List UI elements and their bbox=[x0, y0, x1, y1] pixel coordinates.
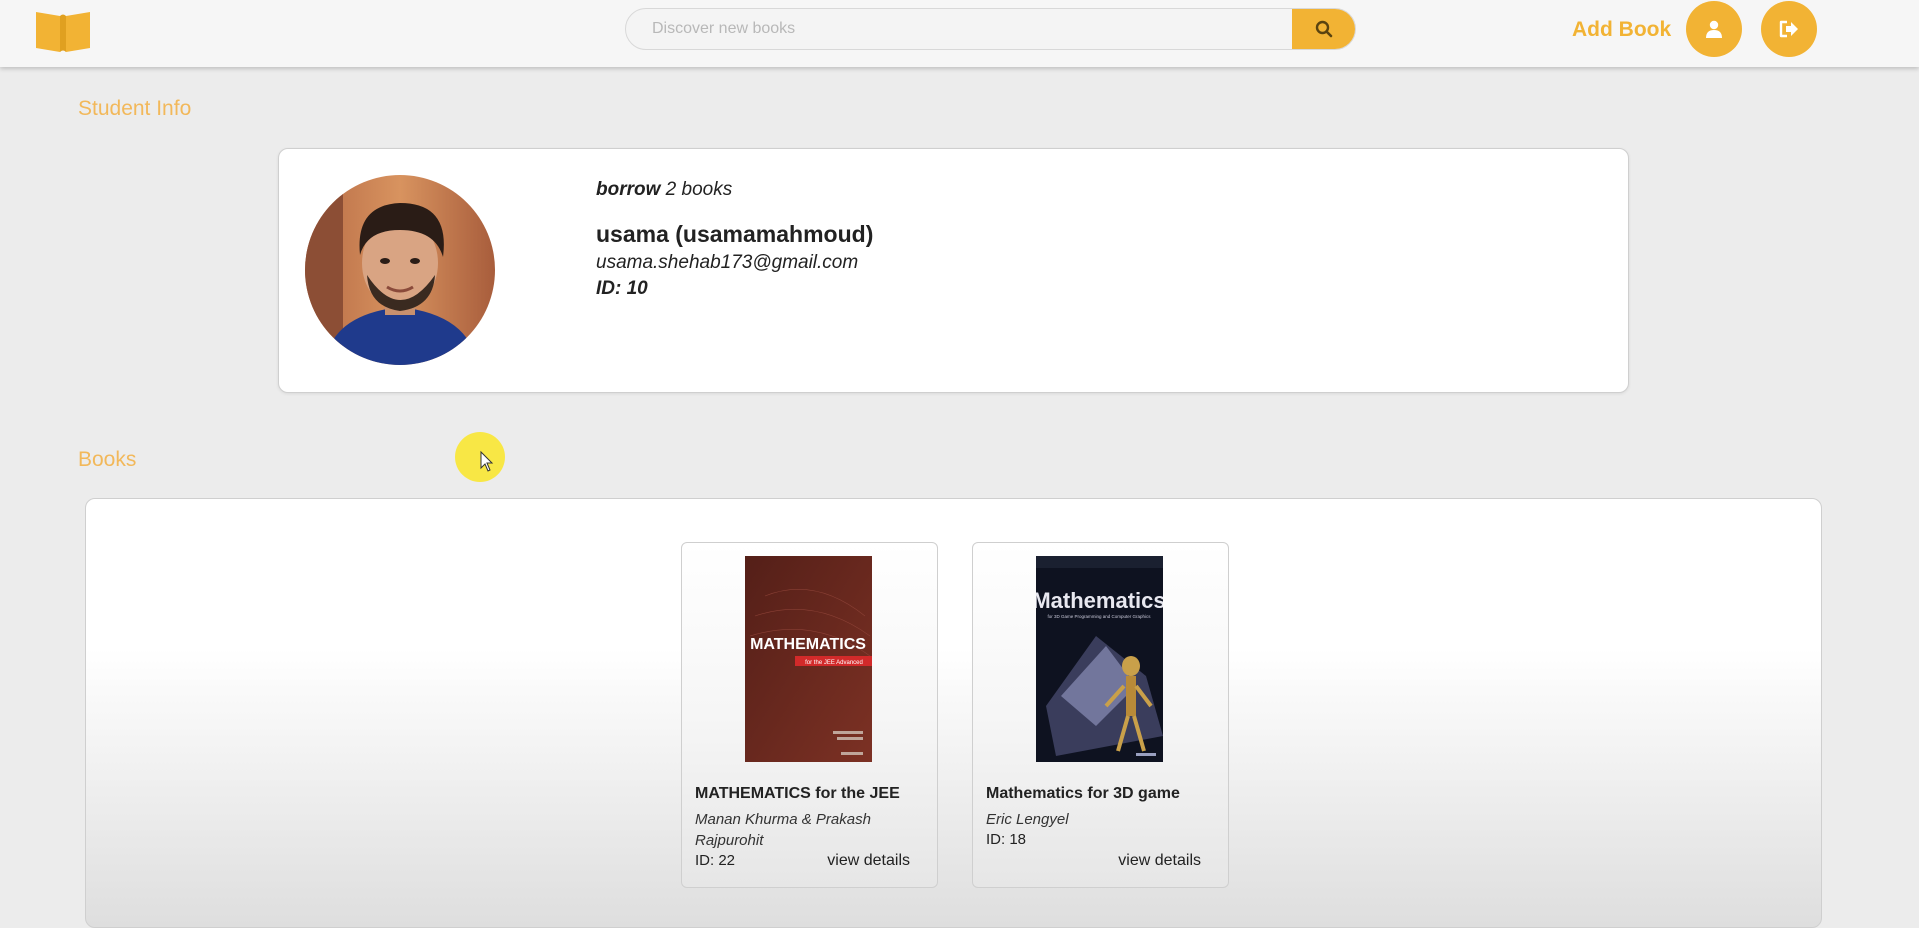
book-cover: Mathematics for 3D Game Programming and … bbox=[1036, 556, 1163, 762]
book-title: Mathematics for 3D game bbox=[986, 785, 1180, 802]
borrow-label: borrow bbox=[596, 179, 661, 200]
cover-subtitle-text: for the JEE Advanced bbox=[805, 660, 863, 666]
search-button[interactable] bbox=[1292, 9, 1355, 49]
book-id: ID: 22 bbox=[695, 852, 736, 869]
book-logo-icon[interactable] bbox=[32, 6, 94, 54]
book-title: MATHEMATICS for the JEE bbox=[695, 785, 900, 802]
search-icon bbox=[1315, 20, 1332, 38]
user-icon bbox=[1706, 20, 1722, 38]
search-input[interactable] bbox=[626, 9, 1294, 49]
profile-button[interactable] bbox=[1686, 1, 1742, 57]
student-name: usama (usamamahmoud) bbox=[596, 221, 874, 247]
view-details-link[interactable]: view details bbox=[1118, 852, 1201, 870]
cover-subtitle-text: for 3D Game Programming and Computer Gra… bbox=[1047, 614, 1151, 619]
book-author: Manan Khurma & Prakash Rajpurohit bbox=[695, 811, 871, 849]
books-panel: MATHEMATICS for the JEE Advanced MATHEMA… bbox=[85, 498, 1822, 928]
cursor-highlight bbox=[455, 432, 505, 482]
top-navbar: Add Book bbox=[0, 0, 1919, 67]
book-cover: MATHEMATICS for the JEE Advanced bbox=[745, 556, 872, 762]
student-card: borrow 2 books usama (usamamahmoud) usam… bbox=[278, 148, 1629, 393]
add-book-link[interactable]: Add Book bbox=[1572, 18, 1671, 42]
book-card[interactable]: MATHEMATICS for the JEE Advanced MATHEMA… bbox=[681, 542, 938, 888]
cover-title-text: Mathematics bbox=[1036, 588, 1163, 613]
view-details-link[interactable]: view details bbox=[827, 852, 910, 870]
book-card[interactable]: Mathematics for 3D Game Programming and … bbox=[972, 542, 1229, 888]
avatar bbox=[305, 175, 495, 365]
student-id: ID: 10 bbox=[596, 278, 648, 299]
faint-artifact bbox=[278, 412, 458, 442]
book-id: ID: 18 bbox=[986, 831, 1027, 848]
pointer-icon bbox=[480, 450, 494, 472]
student-details: borrow 2 books usama (usamamahmoud) usam… bbox=[596, 179, 873, 300]
borrow-count: 2 books bbox=[665, 179, 733, 200]
borrow-summary: borrow 2 books bbox=[596, 179, 873, 201]
logout-icon bbox=[1779, 20, 1798, 38]
search-bar bbox=[625, 8, 1356, 50]
student-email: usama.shehab173@gmail.com bbox=[596, 252, 859, 273]
student-info-heading: Student Info bbox=[78, 97, 192, 120]
cover-title-text: MATHEMATICS bbox=[750, 636, 866, 653]
books-heading: Books bbox=[78, 448, 137, 471]
book-author: Eric Lengyel bbox=[986, 811, 1069, 828]
logout-button[interactable] bbox=[1761, 1, 1817, 57]
